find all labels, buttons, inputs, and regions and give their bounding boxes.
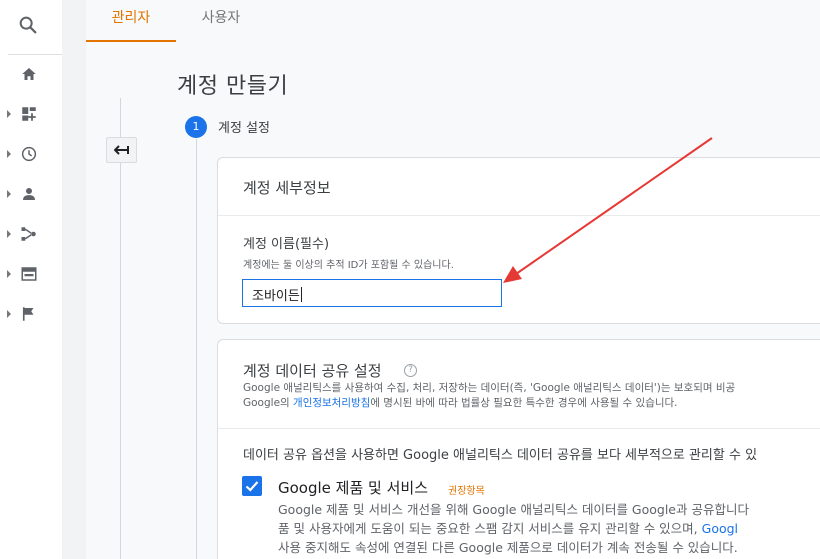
- option-desc-line2: 품 및 사용자에게 도움이 되는 중요한 스팸 감지 서비스를 유지 관리할 수…: [278, 519, 749, 538]
- acquisition-icon: [21, 227, 36, 241]
- desc-line2-pre: Google의: [243, 397, 294, 409]
- google-products-option-description: Google 제품 및 서비스 개선을 위해 Google 애널리틱스 데이터를…: [278, 500, 749, 557]
- desc-line2-post: 에 명시된 바에 따라 법률상 필요한 특수한 경우에 사용될 수 있습니다.: [370, 397, 678, 409]
- option-desc-line3: 사용 중지해도 속성에 연결된 다른 Google 제품으로 데이터가 계속 전…: [278, 540, 738, 555]
- expand-caret-icon: [7, 190, 11, 198]
- tab-bar: 관리자 사용자: [86, 0, 820, 42]
- search-icon[interactable]: [17, 14, 39, 36]
- main-content: 계정 만들기 1 계정 설정 계정 세부정보 계정 이름(필수) 계정에는 둘 …: [86, 42, 820, 559]
- data-sharing-desc-line1: Google 애널리틱스를 사용하여 수집, 처리, 저장하는 데이터(즉, '…: [243, 382, 736, 394]
- customization-icon: [22, 107, 36, 121]
- option-desc-line1: Google 제품 및 서비스 개선을 위해 Google 애널리틱스 데이터를…: [278, 502, 749, 517]
- nav-realtime[interactable]: [0, 139, 62, 169]
- back-arrow-icon: [114, 145, 129, 155]
- option-desc-line2-text: 품 및 사용자에게 도움이 되는 중요한 스팸 감지 서비스를 유지 관리할 수…: [278, 521, 702, 536]
- page-title: 계정 만들기: [177, 74, 289, 99]
- expand-caret-icon: [7, 150, 11, 158]
- step-label: 계정 설정: [218, 121, 270, 136]
- account-name-label: 계정 이름(필수): [243, 237, 330, 252]
- audience-icon: [23, 188, 35, 200]
- nav-acquisition[interactable]: [0, 219, 62, 249]
- nav-customization[interactable]: [0, 99, 62, 129]
- account-name-input[interactable]: 조바이든: [242, 279, 502, 307]
- nav-audience[interactable]: [0, 179, 62, 209]
- data-sharing-card: 계정 데이터 공유 설정 ? Google 애널리틱스를 사용하여 수집, 처리…: [217, 339, 820, 559]
- step-number-badge: 1: [185, 116, 207, 138]
- account-name-value: 조바이든: [252, 289, 300, 304]
- content-gutter: [62, 0, 86, 559]
- step-connector-line: [196, 139, 197, 559]
- nav-behavior[interactable]: [0, 259, 62, 289]
- left-nav-rail: [0, 0, 62, 559]
- account-name-help: 계정에는 둘 이상의 추적 ID가 포함될 수 있습니다.: [243, 260, 454, 271]
- conversions-icon: [22, 307, 34, 321]
- tab-user[interactable]: 사용자: [191, 0, 251, 42]
- data-sharing-description: Google 애널리틱스를 사용하여 수집, 처리, 저장하는 데이터(즉, '…: [243, 381, 735, 411]
- data-sharing-title: 계정 데이터 공유 설정: [243, 362, 382, 380]
- nav-home[interactable]: [0, 59, 62, 89]
- checkmark-icon: [245, 481, 259, 492]
- realtime-icon: [21, 146, 37, 162]
- behavior-icon: [21, 267, 37, 281]
- recommended-badge: 권장항목: [448, 486, 485, 497]
- expand-caret-icon: [7, 230, 11, 238]
- google-products-option-title[interactable]: Google 제품 및 서비스: [278, 477, 428, 498]
- data-sharing-desc-line2: Google의 개인정보처리방침에 명시된 바에 따라 법률상 필요한 특수한 …: [243, 396, 735, 411]
- nav-conversions[interactable]: [0, 299, 62, 329]
- account-details-header: 계정 세부정보: [218, 158, 820, 216]
- back-button[interactable]: [106, 137, 137, 163]
- expand-caret-icon: [7, 110, 11, 118]
- expand-caret-icon: [7, 310, 11, 318]
- google-products-checkbox[interactable]: [242, 476, 262, 496]
- nav-divider: [8, 54, 62, 55]
- google-link[interactable]: Googl: [702, 521, 738, 536]
- sharing-options-intro: 데이터 공유 옵션을 사용하면 Google 애널리틱스 데이터 공유를 보다 …: [243, 448, 758, 463]
- text-cursor: [300, 287, 302, 302]
- privacy-policy-link[interactable]: 개인정보처리방침: [293, 397, 370, 409]
- account-details-card: 계정 세부정보 계정 이름(필수) 계정에는 둘 이상의 추적 ID가 포함될 …: [217, 157, 820, 324]
- timeline-line: [120, 98, 121, 559]
- expand-caret-icon: [7, 270, 11, 278]
- tab-admin[interactable]: 관리자: [86, 0, 176, 42]
- help-icon[interactable]: ?: [404, 364, 417, 377]
- home-icon: [22, 68, 36, 80]
- card-divider: [218, 428, 820, 429]
